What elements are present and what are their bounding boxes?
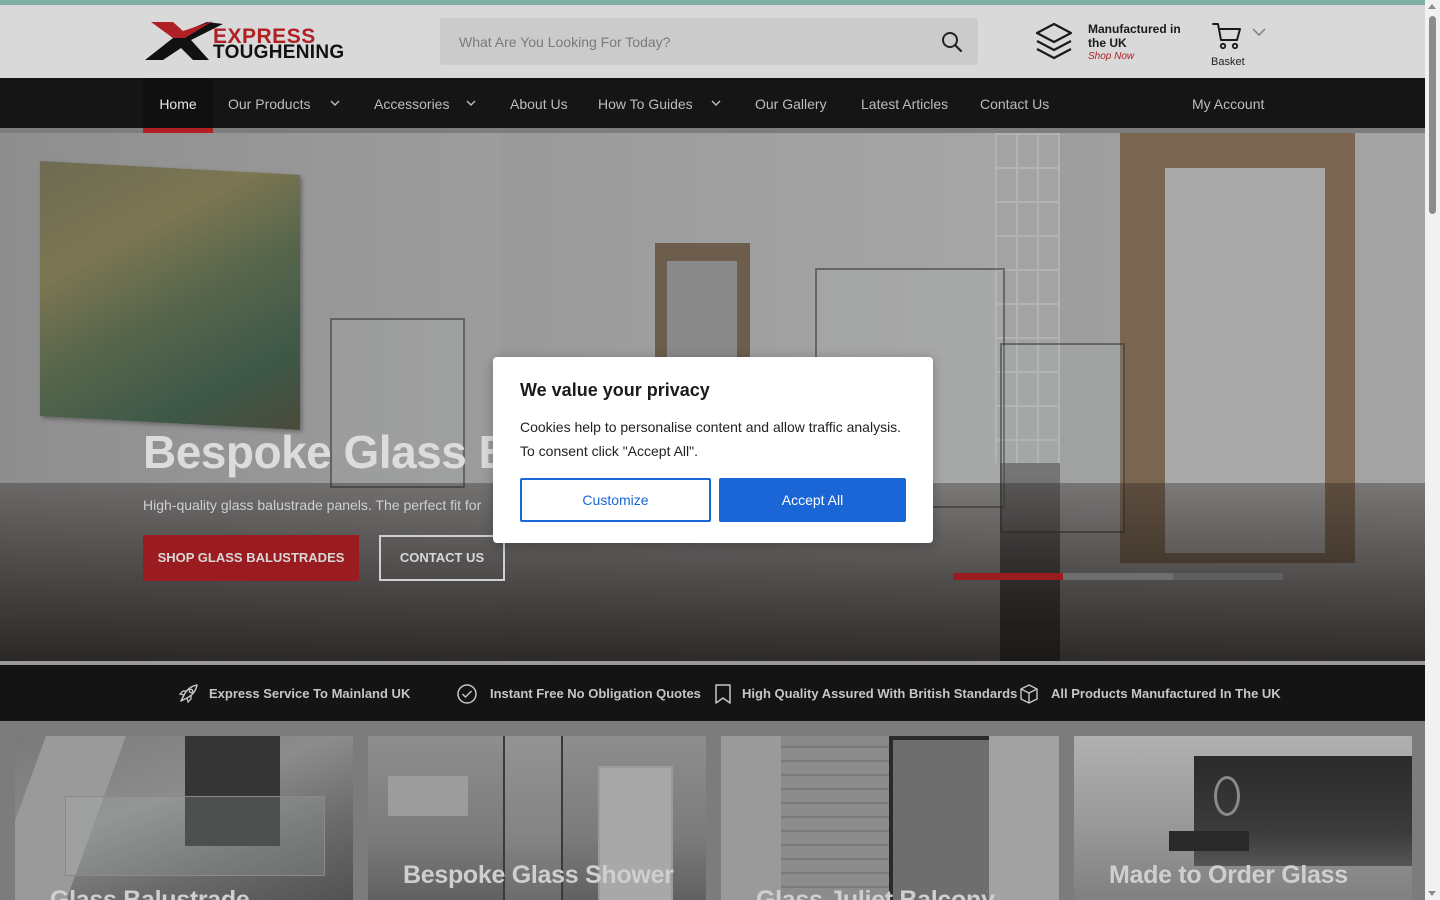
layers-icon: [1035, 22, 1073, 60]
nav-item-contact-us[interactable]: Contact Us: [980, 78, 1049, 128]
nav-item-my-account[interactable]: My Account: [1192, 78, 1264, 128]
chevron-down-icon[interactable]: [1252, 27, 1266, 37]
nav-item-home[interactable]: Home: [143, 78, 213, 133]
feature-label: High Quality Assured With British Standa…: [742, 686, 1018, 701]
feature-express-service: Express Service To Mainland UK: [177, 665, 411, 721]
search-input[interactable]: [440, 18, 920, 65]
box-icon: [1020, 684, 1038, 704]
category-card-shower[interactable]: Bespoke Glass Shower: [368, 736, 706, 900]
nav-item-latest-articles[interactable]: Latest Articles: [861, 78, 948, 128]
contact-us-button[interactable]: CONTACT US: [379, 535, 505, 581]
shop-glass-balustrades-button[interactable]: SHOP GLASS BALUSTRADES: [143, 535, 359, 581]
nav-label: My Account: [1192, 96, 1265, 112]
category-card-balustrade[interactable]: Glass Balustrade: [15, 736, 353, 900]
feature-label: Express Service To Mainland UK: [209, 686, 411, 701]
feature-label: All Products Manufactured In The UK: [1051, 686, 1281, 701]
category-image: [15, 736, 353, 900]
category-cards: Glass Balustrade Bespoke Glass Shower Gl…: [0, 721, 1425, 900]
cookie-dialog-body: Cookies help to personalise content and …: [520, 419, 902, 459]
category-card-splashback[interactable]: Made to Order Glass: [1074, 736, 1412, 900]
basket-button[interactable]: Basket: [1208, 19, 1268, 69]
chevron-down-icon[interactable]: [466, 99, 476, 107]
nav-item-our-products[interactable]: Our Products: [228, 78, 310, 128]
nav-item-how-to-guides[interactable]: How To Guides: [598, 78, 693, 128]
cookie-dialog-title: We value your privacy: [520, 380, 710, 400]
shop-now-link[interactable]: Shop Now: [1088, 51, 1134, 62]
nav-label: Our Gallery: [755, 96, 827, 112]
nav-label: How To Guides: [598, 96, 693, 112]
hero-subtitle: High-quality glass balustrade panels. Th…: [143, 497, 482, 513]
scroll-down-arrow-icon[interactable]: [1428, 891, 1436, 896]
feature-label: Instant Free No Obligation Quotes: [490, 686, 701, 701]
nav-item-accessories[interactable]: Accessories: [374, 78, 449, 128]
brand-logo[interactable]: EXPRESS TOUGHENING: [143, 18, 345, 63]
customize-button[interactable]: Customize: [520, 478, 711, 522]
accept-all-button[interactable]: Accept All: [719, 478, 906, 522]
chevron-down-icon[interactable]: [711, 99, 721, 107]
category-title: Glass Juliet Balcony: [756, 886, 995, 900]
manufactured-text: Manufactured in the UK: [1088, 22, 1181, 50]
main-navigation: Home Our Products Accessories About Us H…: [0, 78, 1425, 133]
check-circle-icon: [457, 684, 477, 704]
page-scrollbar[interactable]: [1425, 0, 1440, 900]
bookmark-icon: [715, 684, 731, 704]
cookie-consent-dialog: We value your privacy Cookies help to pe…: [493, 357, 933, 543]
logo-word-toughening: TOUGHENING: [213, 42, 345, 63]
slide-indicator-2[interactable]: [1063, 573, 1173, 580]
rocket-icon: [178, 684, 198, 704]
cart-icon: [1212, 23, 1241, 50]
feature-manufactured-uk: All Products Manufactured In The UK: [1018, 665, 1281, 721]
nav-item-our-gallery[interactable]: Our Gallery: [755, 78, 827, 128]
logo-x-icon: [145, 21, 223, 60]
slide-indicator-1[interactable]: [953, 573, 1063, 580]
slide-indicator-3[interactable]: [1173, 573, 1283, 580]
site-header: EXPRESS TOUGHENING Manufactured in the U…: [0, 5, 1425, 78]
category-title: Bespoke Glass Shower: [403, 861, 674, 889]
scrollbar-thumb[interactable]: [1429, 16, 1436, 214]
nav-label: Our Products: [228, 96, 311, 112]
chevron-down-icon[interactable]: [330, 99, 340, 107]
manufactured-uk-promo[interactable]: Manufactured in the UK Shop Now: [1034, 19, 1204, 69]
category-card-juliet[interactable]: Glass Juliet Balcony: [721, 736, 1059, 900]
features-bar: Express Service To Mainland UK Instant F…: [0, 665, 1425, 721]
category-title: Made to Order Glass: [1109, 861, 1348, 889]
hero-painting-image: [40, 161, 300, 430]
nav-label: Latest Articles: [861, 96, 949, 112]
search-bar: [440, 18, 978, 65]
category-title: Glass Balustrade: [50, 886, 250, 900]
nav-label: About Us: [510, 96, 568, 112]
category-image: [721, 736, 1059, 900]
scroll-up-arrow-icon[interactable]: [1428, 4, 1436, 9]
feature-quality-assured: High Quality Assured With British Standa…: [712, 665, 1017, 721]
nav-label: Home: [159, 96, 197, 112]
feature-instant-quotes: Instant Free No Obligation Quotes: [456, 665, 701, 721]
nav-item-about-us[interactable]: About Us: [510, 78, 568, 128]
nav-label: Accessories: [374, 96, 450, 112]
hero-title: Bespoke Glass Bal: [143, 426, 549, 478]
nav-label: Contact Us: [980, 96, 1050, 112]
slider-progress: [953, 573, 1283, 580]
search-icon[interactable]: [940, 30, 964, 54]
basket-label: Basket: [1211, 56, 1245, 68]
